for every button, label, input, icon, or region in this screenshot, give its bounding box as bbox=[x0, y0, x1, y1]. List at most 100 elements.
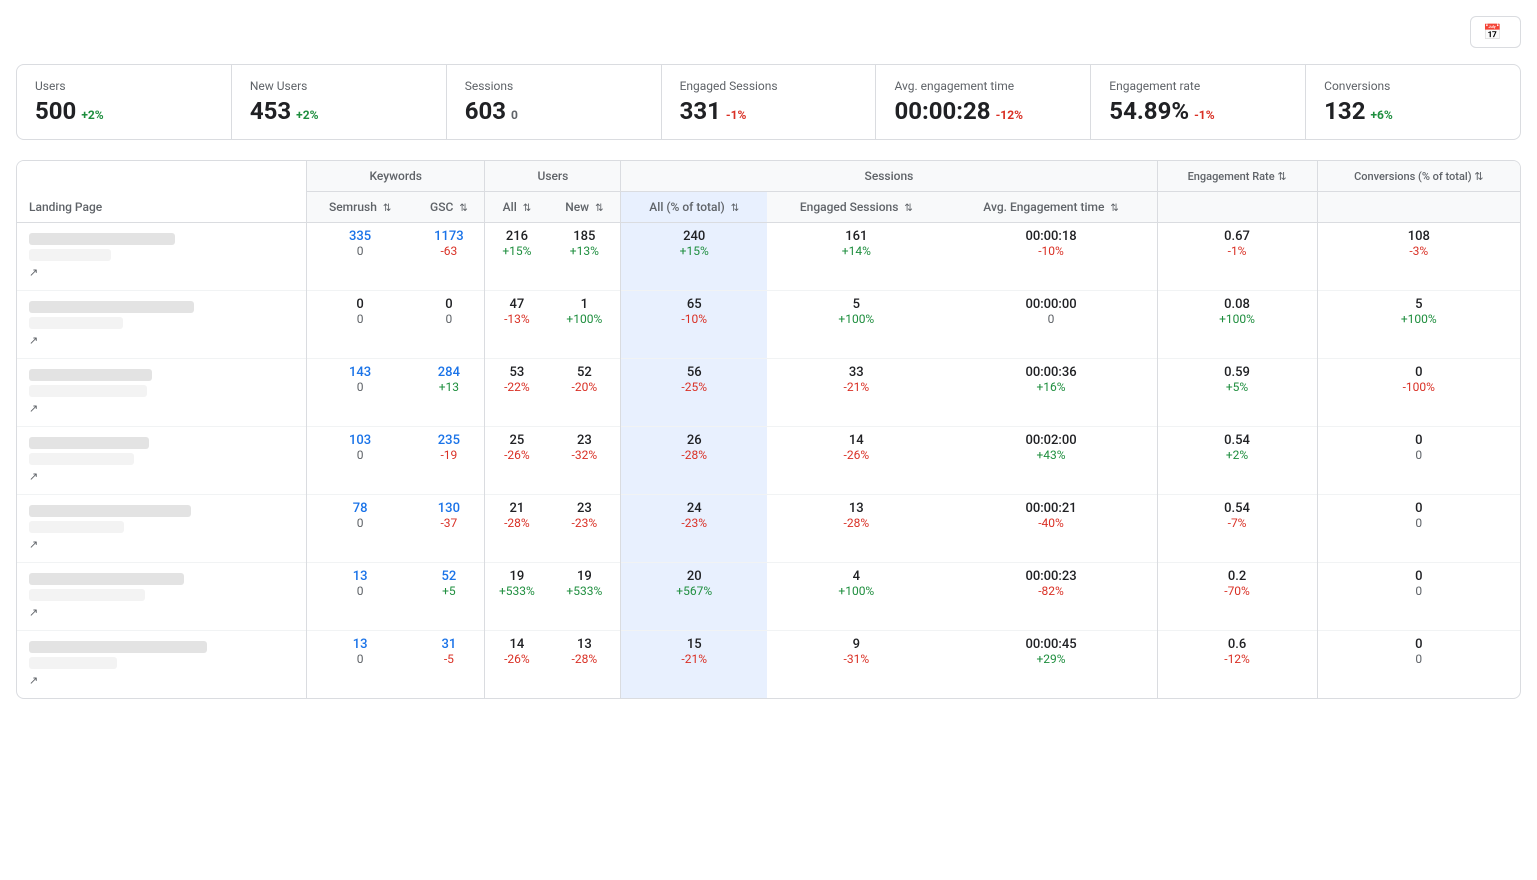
card-number: 603 bbox=[465, 97, 506, 125]
external-link-icon[interactable]: ↗ bbox=[29, 266, 38, 279]
users-all-cell: 14-26% bbox=[485, 631, 548, 699]
users-all-delta: +533% bbox=[489, 584, 544, 598]
card-number: 500 bbox=[35, 97, 76, 125]
users-all-value: 53 bbox=[489, 365, 544, 380]
engaged-sessions-value: 5 bbox=[771, 297, 941, 312]
sessions-all-value: 15 bbox=[625, 637, 763, 652]
users-all-delta: -28% bbox=[489, 516, 544, 530]
engagement-rate-cell: 0.54+2% bbox=[1157, 427, 1317, 495]
engaged-sessions-cell: 5+100% bbox=[767, 291, 945, 359]
avg-engagement-value: 00:00:18 bbox=[950, 229, 1153, 244]
summary-card-1: New Users 453 +2% bbox=[232, 65, 447, 139]
card-change: +6% bbox=[1370, 108, 1392, 122]
sessions-all-delta: +567% bbox=[625, 584, 763, 598]
conversions-value: 0 bbox=[1322, 569, 1516, 584]
lp-placeholder-bar2 bbox=[29, 453, 134, 465]
users-new-value: 1 bbox=[552, 297, 616, 312]
conversions-cell: 5+100% bbox=[1317, 291, 1520, 359]
lp-placeholder-bar1 bbox=[29, 505, 191, 517]
avg-engagement-cell: 00:00:23-82% bbox=[946, 563, 1157, 631]
card-label: Users bbox=[35, 79, 213, 93]
sessions-all-delta: +15% bbox=[625, 244, 763, 258]
lp-placeholder-bar2 bbox=[29, 249, 111, 261]
table-row: ↗ 1030235-1925-26%23-32%26-28%14-26%00:0… bbox=[17, 427, 1520, 495]
landing-page-cell: ↗ bbox=[17, 631, 306, 699]
semrush-delta: 0 bbox=[311, 652, 409, 666]
sessions-all-value: 56 bbox=[625, 365, 763, 380]
card-value: 500 +2% bbox=[35, 97, 213, 125]
col-users-new[interactable]: New ⇅ bbox=[548, 192, 621, 223]
engagement-rate-cell: 0.08+100% bbox=[1157, 291, 1317, 359]
gsc-delta: +5 bbox=[417, 584, 480, 598]
summary-card-0: Users 500 +2% bbox=[17, 65, 232, 139]
users-new-cell: 19+533% bbox=[548, 563, 621, 631]
landing-page-cell: ↗ bbox=[17, 359, 306, 427]
semrush-delta: 0 bbox=[311, 448, 409, 462]
page-header: 📅 bbox=[16, 16, 1521, 48]
sessions-all-delta: -25% bbox=[625, 380, 763, 394]
users-all-value: 216 bbox=[489, 229, 544, 244]
engaged-sessions-value: 9 bbox=[771, 637, 941, 652]
users-new-cell: 185+13% bbox=[548, 223, 621, 291]
users-all-cell: 25-26% bbox=[485, 427, 548, 495]
col-avg-engagement[interactable]: Avg. Engagement time ⇅ bbox=[946, 192, 1157, 223]
sessions-all-delta: -23% bbox=[625, 516, 763, 530]
card-label: Engaged Sessions bbox=[680, 79, 858, 93]
table-row: ↗ 13052+519+533%19+533%20+567%4+100%00:0… bbox=[17, 563, 1520, 631]
col-sessions-all[interactable]: All (% of total) ⇅ bbox=[621, 192, 767, 223]
external-link-icon[interactable]: ↗ bbox=[29, 402, 38, 415]
col-engaged-sessions[interactable]: Engaged Sessions ⇅ bbox=[767, 192, 945, 223]
external-link-icon[interactable]: ↗ bbox=[29, 674, 38, 687]
date-range-button[interactable]: 📅 bbox=[1470, 16, 1521, 48]
col-gsc[interactable]: GSC ⇅ bbox=[413, 192, 485, 223]
card-value: 00:00:28 -12% bbox=[894, 97, 1072, 125]
conversions-cell: 00 bbox=[1317, 427, 1520, 495]
engaged-sessions-cell: 33-21% bbox=[767, 359, 945, 427]
gsc-cell: 1173-63 bbox=[413, 223, 485, 291]
group-header-engagement-rate: Engagement Rate ⇅ bbox=[1157, 161, 1317, 192]
conversions-cell: 0-100% bbox=[1317, 359, 1520, 427]
group-header-conversions: Conversions (% of total) ⇅ bbox=[1317, 161, 1520, 192]
card-change: -1% bbox=[1194, 108, 1214, 122]
semrush-value: 143 bbox=[311, 365, 409, 380]
engaged-sessions-delta: -31% bbox=[771, 652, 941, 666]
engagement-rate-value: 0.6 bbox=[1162, 637, 1313, 652]
card-label: Sessions bbox=[465, 79, 643, 93]
gsc-delta: -5 bbox=[417, 652, 480, 666]
users-new-cell: 23-32% bbox=[548, 427, 621, 495]
sessions-all-delta: -28% bbox=[625, 448, 763, 462]
users-new-value: 19 bbox=[552, 569, 616, 584]
lp-placeholder-bar1 bbox=[29, 233, 175, 245]
engagement-rate-cell: 0.54-7% bbox=[1157, 495, 1317, 563]
engaged-sessions-delta: -26% bbox=[771, 448, 941, 462]
group-header-users: Users bbox=[485, 161, 621, 192]
engagement-rate-value: 0.67 bbox=[1162, 229, 1313, 244]
external-link-icon[interactable]: ↗ bbox=[29, 606, 38, 619]
gsc-cell: 130-37 bbox=[413, 495, 485, 563]
col-semrush[interactable]: Semrush ⇅ bbox=[306, 192, 413, 223]
avg-engagement-cell: 00:00:36+16% bbox=[946, 359, 1157, 427]
gsc-cell: 00 bbox=[413, 291, 485, 359]
users-all-value: 14 bbox=[489, 637, 544, 652]
avg-engagement-cell: 00:02:00+43% bbox=[946, 427, 1157, 495]
summary-cards: Users 500 +2% New Users 453 +2% Sessions… bbox=[16, 64, 1521, 140]
external-link-icon[interactable]: ↗ bbox=[29, 470, 38, 483]
conversions-value: 108 bbox=[1322, 229, 1516, 244]
conversions-delta: 0 bbox=[1322, 584, 1516, 598]
users-new-delta: +13% bbox=[552, 244, 616, 258]
summary-card-3: Engaged Sessions 331 -1% bbox=[662, 65, 877, 139]
col-users-all[interactable]: All ⇅ bbox=[485, 192, 548, 223]
sessions-all-cell: 240+15% bbox=[621, 223, 767, 291]
external-link-icon[interactable]: ↗ bbox=[29, 334, 38, 347]
conversions-delta: -3% bbox=[1322, 244, 1516, 258]
col-conversions[interactable] bbox=[1317, 192, 1520, 223]
col-engagement-rate[interactable] bbox=[1157, 192, 1317, 223]
card-value: 331 -1% bbox=[680, 97, 858, 125]
avg-engagement-value: 00:00:45 bbox=[950, 637, 1153, 652]
avg-engagement-value: 00:00:36 bbox=[950, 365, 1153, 380]
engagement-rate-cell: 0.59+5% bbox=[1157, 359, 1317, 427]
external-link-icon[interactable]: ↗ bbox=[29, 538, 38, 551]
users-new-cell: 13-28% bbox=[548, 631, 621, 699]
users-new-delta: +100% bbox=[552, 312, 616, 326]
engaged-sessions-cell: 13-28% bbox=[767, 495, 945, 563]
